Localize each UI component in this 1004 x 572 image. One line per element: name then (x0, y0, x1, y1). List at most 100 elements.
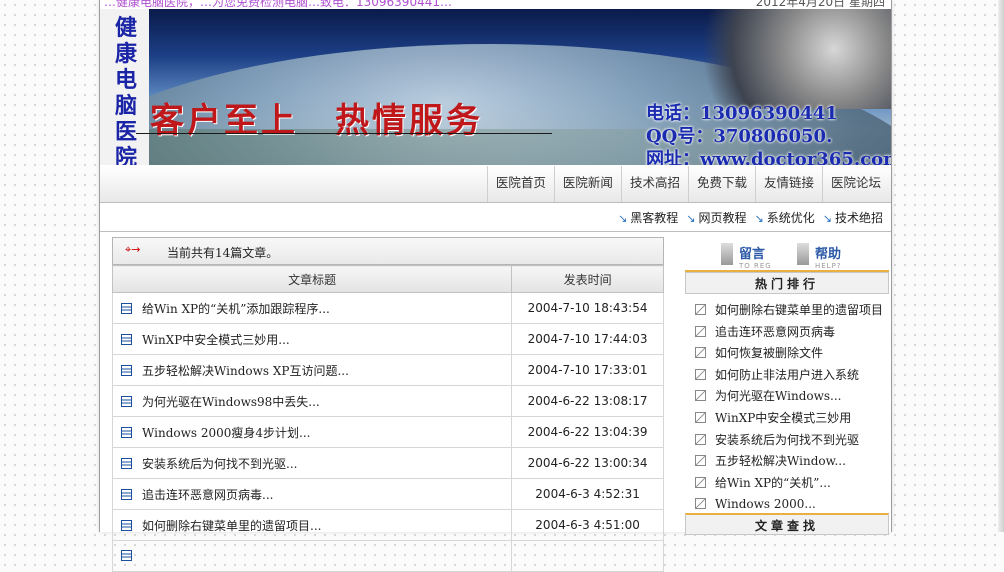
subnav-tech-tricks[interactable]: ↘ 技术绝招 (823, 209, 883, 226)
article-title: 为何光驱在Windows98中丢失... (142, 394, 320, 409)
article-link[interactable]: WinXP中安全模式三妙用... (111, 323, 513, 355)
arrow-box-icon (695, 347, 706, 359)
list-item[interactable]: 如何恢复被删除文件 (685, 343, 889, 365)
subnav-web-tutorial[interactable]: ↘ 网页教程 (686, 209, 746, 226)
article-link[interactable]: 为何光驱在Windows98中丢失... (111, 385, 513, 417)
table-row: 安装系统后为何找不到光驱... 2004-6-22 13:00:34 (111, 447, 664, 479)
header-title: 文章标题 (111, 265, 513, 293)
arrow-icon: ↘ (618, 212, 628, 225)
name-char: 医 (114, 119, 137, 145)
arrow-box-icon (695, 325, 706, 337)
header-time: 发表时间 (511, 265, 664, 293)
subnav-label: 技术绝招 (834, 211, 883, 225)
table-header-row: 文章标题 发表时间 (111, 265, 664, 293)
article-link[interactable]: 如何删除右键菜单里的遗留项目... (111, 509, 513, 541)
document-icon (121, 333, 132, 345)
tab-help-sub: HELP? (815, 262, 842, 270)
right-sidebar: 留言 TO REG 帮助 HELP? 热门排行 如何删除右键菜单里的遗留项目 追… (685, 236, 889, 535)
article-title: 如何删除右键菜单里的遗留项目... (142, 518, 322, 533)
list-item[interactable]: 追击连环恶意网页病毒 (685, 322, 889, 344)
window-scrollbar[interactable] (998, 0, 1004, 532)
document-icon (121, 457, 132, 469)
tab-guestbook-sub: TO REG (739, 262, 772, 270)
table-row: 为何光驱在Windows98中丢失... 2004-6-22 13:08:17 (111, 385, 664, 417)
list-item[interactable]: 给Win XP的“关机”... (685, 473, 889, 495)
arrow-box-icon (695, 411, 706, 423)
name-char: 脑 (114, 93, 137, 119)
article-link[interactable]: 安装系统后为何找不到光驱... (111, 447, 513, 479)
list-item-label: 给Win XP的“关机”... (715, 475, 831, 490)
crosshair-icon: ⌖→ (125, 243, 141, 256)
article-count: 当前共有14篇文章。 (167, 246, 279, 260)
document-icon (121, 488, 132, 500)
contact-phone: 电话：13096390441 (646, 103, 838, 124)
article-title: Windows 2000瘦身4步计划... (142, 425, 311, 440)
main-nav: 医院首页 医院新闻 技术高招 免费下载 友情链接 医院论坛 (100, 166, 891, 203)
article-time: 2004-6-3 4:51:00 (511, 509, 664, 541)
table-row: WinXP中安全模式三妙用... 2004-7-10 17:44:03 (111, 323, 664, 355)
slogan-underline (136, 133, 552, 134)
machinery-graphic (701, 9, 891, 109)
article-time: 2004-7-10 17:33:01 (511, 354, 664, 386)
nav-tech-tips[interactable]: 技术高招 (620, 166, 688, 202)
list-item[interactable]: 如何删除右键菜单里的遗留项目 (685, 300, 889, 322)
list-item-label: 如何恢复被删除文件 (715, 346, 824, 361)
table-row: 五步轻松解决Windows XP互访问题... 2004-7-10 17:33:0… (111, 354, 664, 386)
page-container: …健康电脑医院，…为您免费检测电脑…致电：13096390441… 2012年4… (99, 0, 892, 572)
name-char: 电 (114, 67, 137, 93)
list-item[interactable]: 安装系统后为何找不到光驱 (685, 430, 889, 452)
tab-help[interactable]: 帮助 HELP? (797, 243, 842, 270)
list-item-label: 为何光驱在Windows... (715, 389, 842, 404)
arrow-box-icon (695, 498, 706, 510)
table-row: 追击连环恶意网页病毒... 2004-6-3 4:52:31 (111, 478, 664, 510)
subnav-label: 网页教程 (698, 211, 747, 225)
nav-forum[interactable]: 医院论坛 (821, 166, 889, 202)
arrow-box-icon (695, 368, 706, 380)
subnav-hacker-tutorial[interactable]: ↘ 黑客教程 (618, 209, 678, 226)
hospital-vertical-name: 健 康 电 脑 医 院 (111, 15, 141, 165)
document-icon (121, 519, 132, 531)
document-icon (121, 302, 132, 314)
list-item[interactable]: 如何防止非法用户进入系统 (685, 365, 889, 387)
article-title: 给Win XP的“关机”添加跟踪程序... (142, 301, 330, 316)
article-link[interactable] (111, 540, 513, 572)
document-icon (121, 395, 132, 407)
article-time: 2004-7-10 18:43:54 (511, 292, 664, 324)
table-row: 给Win XP的“关机”添加跟踪程序... 2004-7-10 18:43:54 (111, 292, 664, 324)
banner-slogan: 客户至上 热情服务 (150, 101, 483, 141)
subnav-system-optimize[interactable]: ↘ 系统优化 (755, 209, 815, 226)
arrow-icon: ↘ (754, 212, 764, 225)
list-item[interactable]: 五步轻松解决Window... (685, 451, 889, 473)
article-time: 2004-7-10 17:44:03 (511, 323, 664, 355)
table-row: Windows 2000瘦身4步计划... 2004-6-22 13:04:39 (111, 416, 664, 448)
article-link[interactable]: 追击连环恶意网页病毒... (111, 478, 513, 510)
article-link[interactable]: 五步轻松解决Windows XP互访问题... (111, 354, 513, 386)
list-item-label: Windows 2000... (715, 497, 816, 512)
list-item-label: 五步轻松解决Window... (715, 454, 846, 469)
tab-help-label: 帮助 (815, 247, 842, 262)
arrow-box-icon (695, 455, 706, 467)
article-link[interactable]: Windows 2000瘦身4步计划... (111, 416, 513, 448)
tab-guestbook[interactable]: 留言 TO REG (721, 243, 772, 270)
article-title: WinXP中安全模式三妙用... (142, 332, 290, 347)
list-item[interactable]: WinXP中安全模式三妙用 (685, 408, 889, 430)
list-item[interactable]: 为何光驱在Windows... (685, 386, 889, 408)
pen-icon (721, 243, 733, 265)
name-char: 健 (114, 15, 137, 41)
arrow-box-icon (695, 304, 706, 315)
article-title: 安装系统后为何找不到光驱... (142, 456, 298, 471)
document-icon (121, 550, 132, 561)
subnav-label: 系统优化 (766, 211, 815, 225)
list-item-label: 安装系统后为何找不到光驱 (715, 432, 860, 447)
nav-links[interactable]: 友情链接 (754, 166, 822, 202)
help-icon (797, 243, 809, 265)
contact-site: 网址：www.doctor365.com (646, 149, 891, 165)
article-time: 2004-6-22 13:08:17 (511, 385, 664, 417)
document-icon (121, 364, 132, 376)
subnav-label: 黑客教程 (630, 211, 679, 225)
nav-news[interactable]: 医院新闻 (553, 166, 621, 202)
nav-home[interactable]: 医院首页 (486, 166, 554, 202)
nav-downloads[interactable]: 免费下载 (687, 166, 755, 202)
article-link[interactable]: 给Win XP的“关机”添加跟踪程序... (111, 292, 513, 324)
site-banner: 健 康 电 脑 医 院 客户至上 热情服务 电话：13096390441 QQ号… (100, 9, 891, 165)
